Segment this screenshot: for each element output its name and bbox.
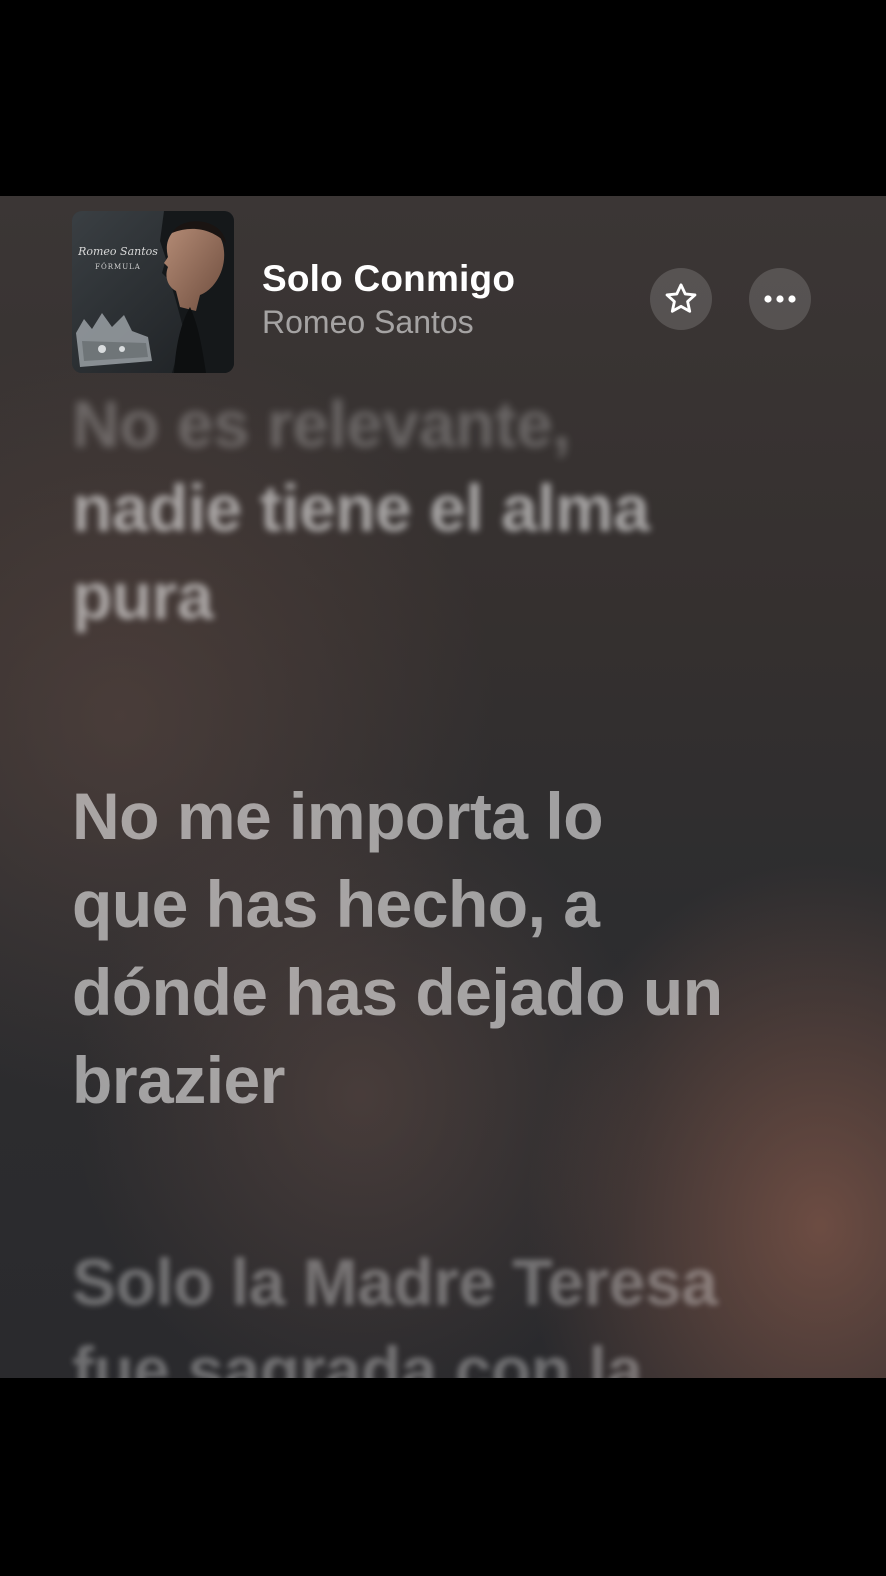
album-art[interactable]: Romeo Santos FÓRMULA [72, 211, 234, 373]
lyric-text: brazier [72, 1043, 285, 1117]
lyric-line-current[interactable]: No me importa lo que has hecho, a dónde … [72, 772, 832, 1124]
lyric-text: fue sagrada con la [72, 1333, 643, 1378]
lyric-line-previous[interactable]: nadie tiene el alma pura [72, 464, 832, 640]
album-art-title-text: FÓRMULA [95, 262, 141, 271]
song-artist[interactable]: Romeo Santos [262, 304, 474, 341]
lyric-text: nadie tiene el alma [72, 471, 650, 545]
favorite-button[interactable] [650, 268, 712, 330]
ellipsis-icon [764, 295, 796, 303]
album-cover-image: Romeo Santos FÓRMULA [72, 211, 234, 373]
star-icon [665, 283, 697, 313]
song-title[interactable]: Solo Conmigo [262, 258, 515, 300]
album-art-artist-text: Romeo Santos [77, 245, 158, 258]
now-playing-header: Romeo Santos FÓRMULA Solo Conmigo Romeo … [0, 196, 886, 382]
lyrics-screen: Romeo Santos FÓRMULA Solo Conmigo Romeo … [0, 196, 886, 1378]
lyric-text: dónde has dejado un [72, 955, 723, 1029]
lyric-line-next[interactable]: Solo la Madre Teresa fue sagrada con la [72, 1238, 832, 1378]
lyric-text: pura [72, 559, 214, 633]
lyric-text: que has hecho, a [72, 867, 600, 941]
more-options-button[interactable] [749, 268, 811, 330]
lyric-text: Solo la Madre Teresa [72, 1245, 718, 1319]
lyric-text: No me importa lo [72, 779, 604, 853]
lyric-line-previous-partial[interactable]: No es relevante, [72, 380, 832, 468]
